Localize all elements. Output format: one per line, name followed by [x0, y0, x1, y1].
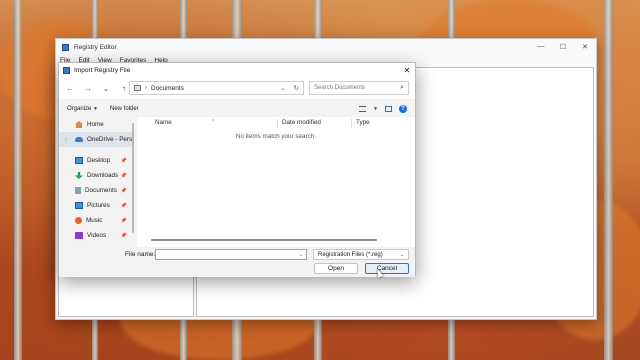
chevron-down-icon: ⌄	[399, 251, 404, 258]
search-input[interactable]: Search Documents ⌕	[309, 81, 409, 95]
pin-icon[interactable]: 📌	[121, 218, 127, 224]
close-icon[interactable]: ✕	[399, 66, 415, 75]
registry-editor-icon	[63, 66, 70, 74]
chevron-down-icon[interactable]: ▼	[373, 106, 378, 112]
nav-item-label: OneDrive - Pers	[87, 136, 133, 143]
nav-item-label: Videos	[87, 232, 107, 239]
nav-item-home[interactable]: Home	[59, 117, 133, 132]
organize-label: Organize	[67, 106, 92, 112]
nav-item-music[interactable]: Music 📌	[59, 213, 133, 228]
chevron-down-icon: ▼	[93, 106, 98, 112]
cancel-button[interactable]: Cancel	[365, 263, 409, 274]
preview-pane-icon[interactable]	[385, 106, 392, 112]
navigation-scrollbar[interactable]	[132, 123, 134, 233]
music-icon	[75, 217, 82, 224]
downloads-icon	[75, 172, 83, 179]
registry-editor-titlebar: Registry Editor — ☐ ✕	[56, 39, 596, 55]
file-name-label: File name:	[125, 251, 156, 258]
desktop-icon	[75, 157, 83, 164]
file-type-value: Registration Files (*.reg)	[318, 251, 383, 258]
cloud-icon	[75, 137, 83, 142]
recent-chevron-icon[interactable]: ⌄	[101, 84, 111, 93]
help-icon[interactable]: ?	[399, 105, 407, 113]
search-icon: ⌕	[400, 84, 404, 91]
pin-icon[interactable]: 📌	[121, 203, 127, 209]
documents-icon	[75, 187, 81, 194]
import-registry-dialog: Import Registry File ✕ ← → ⌄ ↑ › Documen…	[58, 62, 416, 277]
dialog-footer: File name: ⌄ Registration Files (*.reg) …	[59, 247, 415, 277]
this-pc-icon	[134, 85, 141, 91]
chevron-down-icon[interactable]: ⌄	[299, 252, 303, 258]
pictures-icon	[75, 202, 83, 209]
minimize-icon[interactable]: —	[530, 43, 552, 51]
file-type-select[interactable]: Registration Files (*.reg) ⌄	[313, 249, 409, 260]
sort-caret-icon: ^	[212, 119, 215, 125]
column-header-date-modified[interactable]: Date modified	[282, 119, 321, 126]
registry-editor-icon	[62, 43, 69, 51]
empty-folder-message: No items match your search.	[235, 133, 317, 140]
pin-icon[interactable]: 📌	[121, 158, 127, 164]
pin-icon[interactable]: 📌	[121, 173, 127, 179]
nav-item-label: Pictures	[87, 202, 110, 209]
new-folder-button[interactable]: New folder	[110, 106, 139, 112]
breadcrumb-documents[interactable]: Documents	[151, 85, 184, 92]
up-arrow-icon[interactable]: ↑	[119, 84, 129, 93]
command-toolbar: Organize ▼ New folder ▼ ?	[59, 101, 415, 117]
dialog-title: Import Registry File	[74, 66, 131, 74]
expand-chevron-icon[interactable]: ›	[65, 137, 67, 143]
home-icon	[75, 121, 83, 128]
nav-item-label: Downloads	[87, 172, 119, 179]
refresh-icon[interactable]: ↻	[294, 84, 299, 92]
change-view-icon[interactable]	[359, 106, 367, 112]
column-header-type[interactable]: Type	[356, 119, 370, 126]
nav-item-label: Home	[87, 121, 104, 128]
nav-item-desktop[interactable]: Desktop 📌	[59, 153, 133, 168]
breadcrumb-chevron-icon[interactable]: ›	[145, 85, 147, 91]
pin-icon[interactable]: 📌	[121, 233, 127, 239]
address-bar[interactable]: › Documents ⌄ ↻	[129, 81, 304, 95]
forward-arrow-icon[interactable]: →	[83, 84, 93, 93]
address-dropdown-icon[interactable]: ⌄	[280, 84, 285, 92]
horizontal-scrollbar[interactable]	[151, 239, 377, 241]
organize-button[interactable]: Organize ▼	[67, 106, 98, 112]
navigation-pane: Home › OneDrive - Pers Desktop 📌 Downloa…	[59, 117, 133, 247]
nav-item-videos[interactable]: Videos 📌	[59, 228, 133, 243]
pin-icon[interactable]: 📌	[121, 188, 127, 194]
registry-editor-title: Registry Editor	[74, 43, 117, 51]
nav-item-label: Documents	[85, 187, 117, 194]
close-icon[interactable]: ✕	[574, 43, 596, 51]
dialog-titlebar: Import Registry File ✕	[59, 63, 415, 77]
maximize-icon[interactable]: ☐	[552, 43, 574, 51]
column-header-name[interactable]: Name	[155, 119, 172, 126]
nav-item-downloads[interactable]: Downloads 📌	[59, 168, 133, 183]
nav-item-onedrive[interactable]: › OneDrive - Pers	[59, 132, 133, 147]
nav-item-documents[interactable]: Documents 📌	[59, 183, 133, 198]
file-list[interactable]: ^ Name Date modified Type No items match…	[137, 117, 415, 247]
nav-item-label: Desktop	[87, 157, 111, 164]
nav-item-label: Music	[86, 217, 103, 224]
column-headers: ^ Name Date modified Type	[137, 117, 415, 129]
back-arrow-icon[interactable]: ←	[65, 84, 75, 93]
open-button[interactable]: Open	[314, 263, 358, 274]
file-name-input[interactable]: ⌄	[155, 249, 307, 260]
nav-item-pictures[interactable]: Pictures 📌	[59, 198, 133, 213]
search-placeholder: Search Documents	[314, 85, 366, 91]
videos-icon	[75, 232, 83, 239]
